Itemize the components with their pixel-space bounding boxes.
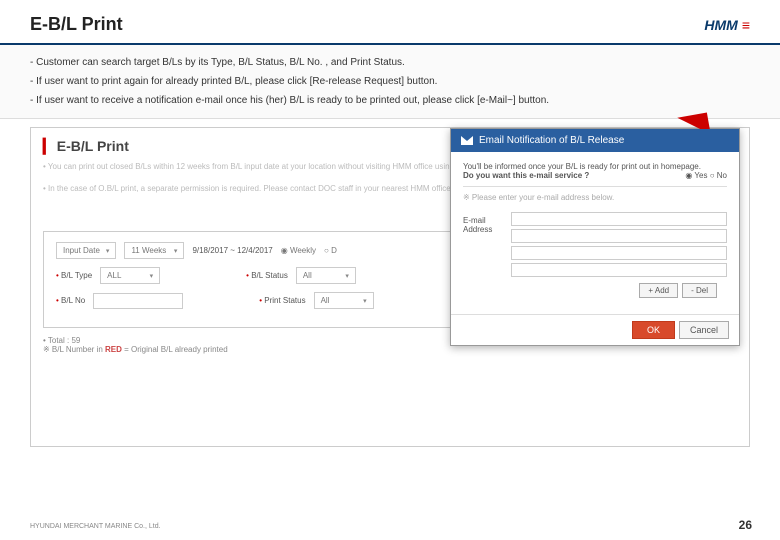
bl-type-label: B/L Type xyxy=(56,271,92,280)
footer-company: HYUNDAI MERCHANT MARINE Co., Ltd. xyxy=(30,523,161,530)
envelope-icon xyxy=(461,136,473,145)
dialog-info-text: You'll be informed once your B/L is read… xyxy=(463,162,727,171)
no-radio[interactable]: ○ No xyxy=(710,171,727,180)
weekly-radio[interactable]: ◉ Weekly xyxy=(281,246,316,255)
bl-type-select[interactable]: ALL xyxy=(100,267,160,284)
bl-status-select[interactable]: All xyxy=(296,267,356,284)
dialog-question: Do you want this e-mail service ? xyxy=(463,171,589,180)
email-input[interactable] xyxy=(511,229,727,243)
d-radio[interactable]: ○ D xyxy=(324,246,337,255)
note-line: - If user want to receive a notification… xyxy=(30,91,750,110)
add-button[interactable]: + Add xyxy=(639,283,678,298)
email-address-label: E-mail Address xyxy=(463,212,503,277)
print-status-select[interactable]: All xyxy=(314,292,374,309)
dialog-title: Email Notification of B/L Release xyxy=(479,135,624,146)
note-line: - If user want to print again for alread… xyxy=(30,72,750,91)
page-title: E-B/L Print xyxy=(30,14,123,35)
del-button[interactable]: - Del xyxy=(682,283,717,298)
print-status-label: Print Status xyxy=(259,296,305,305)
bl-no-label: B/L No xyxy=(56,296,85,305)
email-notification-dialog: Email Notification of B/L Release You'll… xyxy=(450,128,740,346)
input-date-select[interactable]: Input Date xyxy=(56,242,116,259)
bl-no-input[interactable] xyxy=(93,293,183,309)
legend-note: ※ B/L Number in RED = Original B/L alrea… xyxy=(43,345,737,354)
page-number: 26 xyxy=(739,518,752,532)
cancel-button[interactable]: Cancel xyxy=(679,321,729,339)
hmm-logo: HMM≡ xyxy=(704,17,750,33)
email-input[interactable] xyxy=(511,212,727,226)
date-range-label: 9/18/2017 ~ 12/4/2017 xyxy=(192,246,272,255)
dialog-hint: ※ Please enter your e-mail address below… xyxy=(463,193,727,202)
email-input[interactable] xyxy=(511,246,727,260)
instruction-notes: - Customer can search target B/Ls by its… xyxy=(0,45,780,119)
dialog-header: Email Notification of B/L Release xyxy=(451,129,739,152)
bl-status-label: B/L Status xyxy=(246,271,288,280)
weeks-select[interactable]: 11 Weeks xyxy=(124,242,184,259)
email-input[interactable] xyxy=(511,263,727,277)
yes-radio[interactable]: ◉ Yes xyxy=(685,171,707,180)
ok-button[interactable]: OK xyxy=(632,321,675,339)
note-line: - Customer can search target B/Ls by its… xyxy=(30,53,750,72)
